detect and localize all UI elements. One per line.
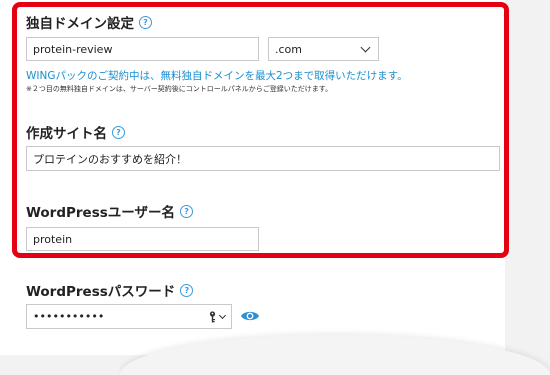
eye-icon[interactable] [240, 309, 260, 323]
wp-password-input[interactable]: ••••••••••• [26, 304, 232, 329]
highlight-frame [12, 2, 509, 258]
wp-password-label: WordPressパスワード ? [26, 280, 194, 300]
key-icon [209, 310, 216, 322]
help-icon[interactable]: ? [180, 283, 194, 297]
page-background [505, 0, 550, 355]
password-manager-button[interactable] [208, 310, 227, 323]
wp-password-label-text: WordPressパスワード [26, 284, 176, 300]
wp-password-input-value: ••••••••••• [33, 310, 105, 323]
chevron-down-icon [218, 311, 227, 320]
